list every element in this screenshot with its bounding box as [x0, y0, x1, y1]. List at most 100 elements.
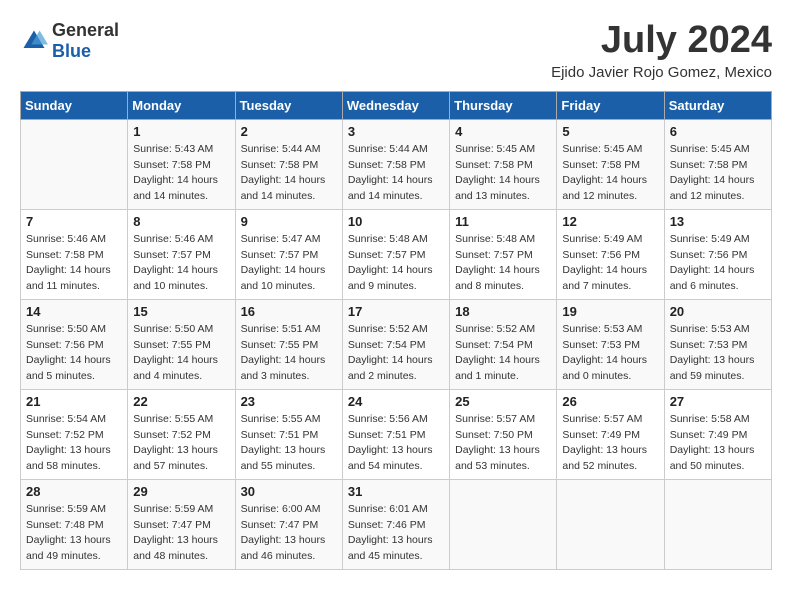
calendar-cell [21, 119, 128, 209]
logo-text-general: General [52, 20, 119, 40]
day-info: Sunrise: 5:52 AM Sunset: 7:54 PM Dayligh… [455, 322, 551, 385]
day-number: 27 [670, 394, 766, 409]
header-cell-monday: Monday [128, 91, 235, 119]
day-number: 4 [455, 124, 551, 139]
day-info: Sunrise: 5:55 AM Sunset: 7:51 PM Dayligh… [241, 412, 337, 475]
day-info: Sunrise: 6:01 AM Sunset: 7:46 PM Dayligh… [348, 502, 444, 565]
day-number: 3 [348, 124, 444, 139]
day-number: 30 [241, 484, 337, 499]
day-info: Sunrise: 5:59 AM Sunset: 7:47 PM Dayligh… [133, 502, 229, 565]
day-number: 18 [455, 304, 551, 319]
day-info: Sunrise: 5:46 AM Sunset: 7:58 PM Dayligh… [26, 232, 122, 295]
day-info: Sunrise: 5:57 AM Sunset: 7:49 PM Dayligh… [562, 412, 658, 475]
calendar-cell: 11 Sunrise: 5:48 AM Sunset: 7:57 PM Dayli… [450, 209, 557, 299]
calendar-cell: 9 Sunrise: 5:47 AM Sunset: 7:57 PM Daylig… [235, 209, 342, 299]
calendar-header: SundayMondayTuesdayWednesdayThursdayFrid… [21, 91, 772, 119]
day-info: Sunrise: 5:48 AM Sunset: 7:57 PM Dayligh… [348, 232, 444, 295]
day-number: 31 [348, 484, 444, 499]
header-cell-friday: Friday [557, 91, 664, 119]
day-number: 19 [562, 304, 658, 319]
week-row-2: 7 Sunrise: 5:46 AM Sunset: 7:58 PM Daylig… [21, 209, 772, 299]
calendar-table: SundayMondayTuesdayWednesdayThursdayFrid… [20, 91, 772, 570]
calendar-cell: 4Sunrise: 5:45 AM Sunset: 7:58 PM Daylig… [450, 119, 557, 209]
day-info: Sunrise: 5:57 AM Sunset: 7:50 PM Dayligh… [455, 412, 551, 475]
calendar-body: 1Sunrise: 5:43 AM Sunset: 7:58 PM Daylig… [21, 119, 772, 569]
calendar-cell: 7 Sunrise: 5:46 AM Sunset: 7:58 PM Daylig… [21, 209, 128, 299]
day-number: 5 [562, 124, 658, 139]
day-number: 12 [562, 214, 658, 229]
calendar-cell: 13 Sunrise: 5:49 AM Sunset: 7:56 PM Dayli… [664, 209, 771, 299]
day-number: 15 [133, 304, 229, 319]
calendar-cell [664, 479, 771, 569]
calendar-cell: 6Sunrise: 5:45 AM Sunset: 7:58 PM Daylig… [664, 119, 771, 209]
title-block: July 2024 Ejido Javier Rojo Gomez, Mexic… [551, 20, 772, 81]
logo-icon [20, 27, 48, 55]
calendar-cell: 31 Sunrise: 6:01 AM Sunset: 7:46 PM Dayli… [342, 479, 449, 569]
day-info: Sunrise: 5:43 AM Sunset: 7:58 PM Dayligh… [133, 142, 229, 205]
calendar-cell: 12 Sunrise: 5:49 AM Sunset: 7:56 PM Dayli… [557, 209, 664, 299]
week-row-1: 1Sunrise: 5:43 AM Sunset: 7:58 PM Daylig… [21, 119, 772, 209]
week-row-5: 28 Sunrise: 5:59 AM Sunset: 7:48 PM Dayli… [21, 479, 772, 569]
day-number: 6 [670, 124, 766, 139]
page-header: General Blue July 2024 Ejido Javier Rojo… [20, 20, 772, 81]
week-row-4: 21Sunrise: 5:54 AM Sunset: 7:52 PM Dayli… [21, 389, 772, 479]
day-number: 11 [455, 214, 551, 229]
location-title: Ejido Javier Rojo Gomez, Mexico [551, 64, 772, 81]
day-number: 25 [455, 394, 551, 409]
day-info: Sunrise: 5:59 AM Sunset: 7:48 PM Dayligh… [26, 502, 122, 565]
day-number: 14 [26, 304, 122, 319]
header-cell-thursday: Thursday [450, 91, 557, 119]
day-info: Sunrise: 5:49 AM Sunset: 7:56 PM Dayligh… [670, 232, 766, 295]
calendar-cell: 22 Sunrise: 5:55 AM Sunset: 7:52 PM Dayli… [128, 389, 235, 479]
calendar-cell: 5Sunrise: 5:45 AM Sunset: 7:58 PM Daylig… [557, 119, 664, 209]
day-number: 29 [133, 484, 229, 499]
day-info: Sunrise: 5:49 AM Sunset: 7:56 PM Dayligh… [562, 232, 658, 295]
calendar-cell: 23Sunrise: 5:55 AM Sunset: 7:51 PM Dayli… [235, 389, 342, 479]
day-number: 24 [348, 394, 444, 409]
day-number: 2 [241, 124, 337, 139]
day-info: Sunrise: 5:56 AM Sunset: 7:51 PM Dayligh… [348, 412, 444, 475]
day-info: Sunrise: 5:55 AM Sunset: 7:52 PM Dayligh… [133, 412, 229, 475]
day-info: Sunrise: 5:53 AM Sunset: 7:53 PM Dayligh… [670, 322, 766, 385]
header-row: SundayMondayTuesdayWednesdayThursdayFrid… [21, 91, 772, 119]
day-number: 7 [26, 214, 122, 229]
day-info: Sunrise: 5:48 AM Sunset: 7:57 PM Dayligh… [455, 232, 551, 295]
calendar-cell: 21Sunrise: 5:54 AM Sunset: 7:52 PM Dayli… [21, 389, 128, 479]
day-info: Sunrise: 5:53 AM Sunset: 7:53 PM Dayligh… [562, 322, 658, 385]
calendar-cell: 18 Sunrise: 5:52 AM Sunset: 7:54 PM Dayli… [450, 299, 557, 389]
calendar-cell: 3 Sunrise: 5:44 AM Sunset: 7:58 PM Daylig… [342, 119, 449, 209]
calendar-cell: 25 Sunrise: 5:57 AM Sunset: 7:50 PM Dayli… [450, 389, 557, 479]
day-number: 8 [133, 214, 229, 229]
day-number: 16 [241, 304, 337, 319]
day-number: 21 [26, 394, 122, 409]
calendar-cell: 26Sunrise: 5:57 AM Sunset: 7:49 PM Dayli… [557, 389, 664, 479]
header-cell-tuesday: Tuesday [235, 91, 342, 119]
day-number: 17 [348, 304, 444, 319]
day-info: Sunrise: 5:52 AM Sunset: 7:54 PM Dayligh… [348, 322, 444, 385]
day-info: Sunrise: 5:44 AM Sunset: 7:58 PM Dayligh… [348, 142, 444, 205]
calendar-cell: 15Sunrise: 5:50 AM Sunset: 7:55 PM Dayli… [128, 299, 235, 389]
day-info: Sunrise: 5:46 AM Sunset: 7:57 PM Dayligh… [133, 232, 229, 295]
month-title: July 2024 [551, 20, 772, 62]
calendar-cell [450, 479, 557, 569]
calendar-cell: 24 Sunrise: 5:56 AM Sunset: 7:51 PM Dayli… [342, 389, 449, 479]
header-cell-sunday: Sunday [21, 91, 128, 119]
calendar-cell: 16 Sunrise: 5:51 AM Sunset: 7:55 PM Dayli… [235, 299, 342, 389]
calendar-cell: 28 Sunrise: 5:59 AM Sunset: 7:48 PM Dayli… [21, 479, 128, 569]
calendar-cell: 14Sunrise: 5:50 AM Sunset: 7:56 PM Dayli… [21, 299, 128, 389]
calendar-cell: 20 Sunrise: 5:53 AM Sunset: 7:53 PM Dayli… [664, 299, 771, 389]
day-info: Sunrise: 5:47 AM Sunset: 7:57 PM Dayligh… [241, 232, 337, 295]
day-number: 10 [348, 214, 444, 229]
calendar-cell: 29 Sunrise: 5:59 AM Sunset: 7:47 PM Dayli… [128, 479, 235, 569]
day-number: 28 [26, 484, 122, 499]
day-info: Sunrise: 5:44 AM Sunset: 7:58 PM Dayligh… [241, 142, 337, 205]
calendar-cell: 10 Sunrise: 5:48 AM Sunset: 7:57 PM Dayli… [342, 209, 449, 299]
calendar-cell: 19 Sunrise: 5:53 AM Sunset: 7:53 PM Dayli… [557, 299, 664, 389]
day-info: Sunrise: 5:51 AM Sunset: 7:55 PM Dayligh… [241, 322, 337, 385]
day-number: 22 [133, 394, 229, 409]
day-info: Sunrise: 5:58 AM Sunset: 7:49 PM Dayligh… [670, 412, 766, 475]
day-number: 20 [670, 304, 766, 319]
day-number: 9 [241, 214, 337, 229]
calendar-cell: 17 Sunrise: 5:52 AM Sunset: 7:54 PM Dayli… [342, 299, 449, 389]
day-number: 13 [670, 214, 766, 229]
